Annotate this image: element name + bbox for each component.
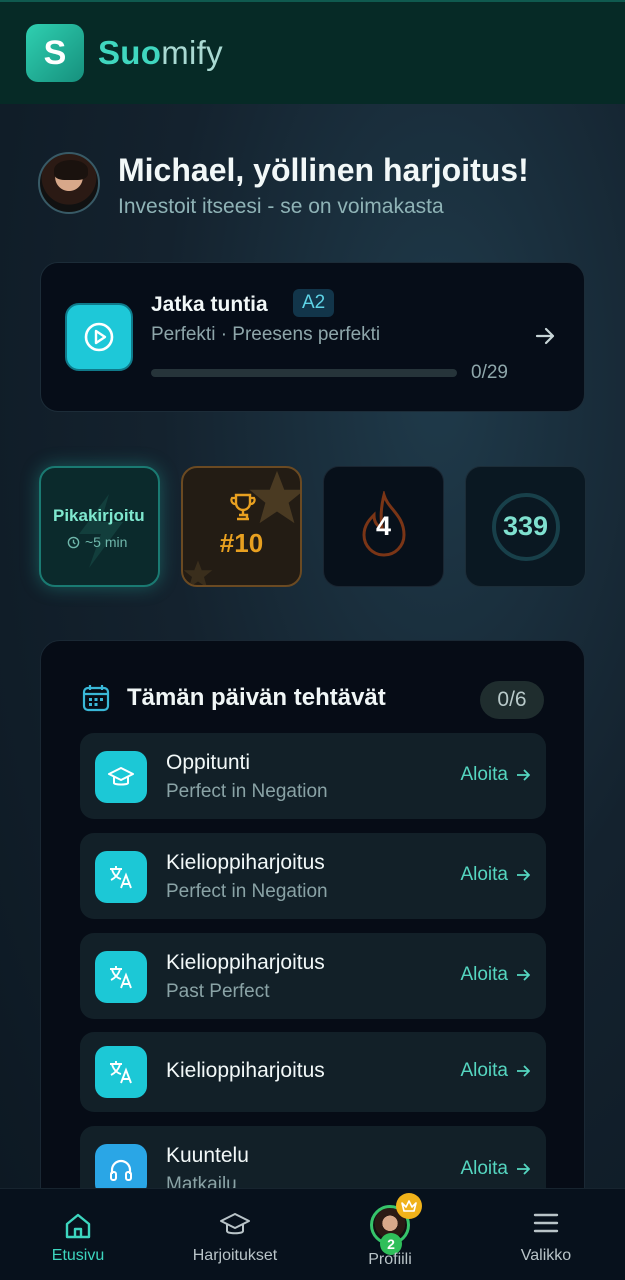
rank-value: #10 bbox=[219, 528, 264, 558]
task-start-button[interactable]: Aloita bbox=[460, 864, 530, 886]
daily-tasks-card: Tämän päivän tehtävät 0/6 Oppitunti Perf… bbox=[40, 640, 585, 1260]
task-item[interactable]: Kielioppiharjoitus Aloita bbox=[80, 1032, 546, 1112]
nav-item-menu[interactable]: Valikko bbox=[508, 1189, 584, 1280]
nav-label-home: Etusivu bbox=[51, 1247, 105, 1264]
arrow-right-icon bbox=[517, 869, 530, 881]
app-logo[interactable]: S bbox=[26, 24, 84, 82]
nav-item-profile[interactable]: 2 Profiili bbox=[350, 1189, 430, 1280]
task-start-button[interactable]: Aloita bbox=[460, 764, 530, 786]
continue-title: Jatka tuntia bbox=[151, 293, 268, 316]
user-avatar[interactable] bbox=[38, 152, 100, 214]
logo-letter: S bbox=[43, 33, 67, 72]
task-item[interactable]: Kielioppiharjoitus Past Perfect Aloita bbox=[80, 933, 546, 1019]
crown-icon bbox=[396, 1193, 422, 1219]
nav-label-profile: Profiili bbox=[368, 1251, 412, 1268]
task-start-label: Aloita bbox=[460, 764, 508, 785]
menu-icon bbox=[533, 1213, 559, 1233]
home-icon bbox=[65, 1213, 91, 1239]
trophy-icon bbox=[230, 493, 256, 521]
task-start-label: Aloita bbox=[460, 964, 508, 985]
graduation-cap-icon bbox=[95, 751, 147, 803]
greeting-section: Michael, yöllinen harjoitus! Investoit i… bbox=[38, 152, 529, 219]
arrow-right-icon bbox=[517, 969, 530, 981]
play-icon bbox=[65, 303, 133, 371]
xp-value: 339 bbox=[502, 511, 549, 541]
task-start-button[interactable]: Aloita bbox=[460, 964, 530, 986]
quick-writing-label: Pikakirjoitu bbox=[53, 506, 145, 525]
task-title: Kielioppiharjoitus bbox=[166, 851, 325, 874]
nav-label-menu: Valikko bbox=[520, 1247, 572, 1264]
task-item[interactable]: Oppitunti Perfect in Negation Aloita bbox=[80, 733, 546, 819]
continue-lesson-card[interactable]: Jatka tuntia A2 Perfekti · Preesens perf… bbox=[40, 262, 585, 412]
brand-name-part2: mify bbox=[161, 34, 223, 71]
task-start-label: Aloita bbox=[460, 1158, 508, 1179]
task-subtitle: Perfect in Negation bbox=[166, 881, 328, 902]
level-badge: A2 bbox=[293, 289, 335, 317]
arrow-right-icon bbox=[534, 325, 556, 352]
xp-tile[interactable]: 339 bbox=[465, 466, 586, 587]
nav-item-exercises[interactable]: Harjoitukset bbox=[180, 1189, 290, 1280]
arrow-right-icon bbox=[517, 1163, 530, 1175]
task-start-button[interactable]: Aloita bbox=[460, 1060, 530, 1082]
quick-writing-time-text: ~5 min bbox=[85, 534, 128, 550]
nav-item-home[interactable]: Etusivu bbox=[30, 1189, 126, 1280]
leaderboard-rank-tile[interactable]: #10 bbox=[181, 466, 302, 587]
translate-icon bbox=[95, 851, 147, 903]
quick-writing-tile[interactable]: Pikakirjoitu ~5 min bbox=[39, 466, 160, 587]
task-subtitle: Past Perfect bbox=[166, 981, 270, 1002]
tasks-count-badge: 0/6 bbox=[480, 681, 544, 719]
task-start-label: Aloita bbox=[460, 864, 508, 885]
streak-tile[interactable]: 4 bbox=[323, 466, 444, 587]
greeting-subtitle: Investoit itseesi - se on voimakasta bbox=[118, 195, 444, 218]
task-title: Kielioppiharjoitus bbox=[166, 951, 325, 974]
star-icon bbox=[183, 560, 213, 585]
nav-label-exercises: Harjoitukset bbox=[192, 1247, 278, 1264]
greeting-title: Michael, yöllinen harjoitus! bbox=[118, 152, 529, 188]
streak-value: 4 bbox=[375, 511, 392, 541]
bottom-navigation: Etusivu Harjoitukset 2 Profiili Valikko bbox=[0, 1188, 625, 1280]
clock-icon bbox=[67, 536, 80, 548]
lesson-progress-bar bbox=[151, 369, 457, 377]
task-start-label: Aloita bbox=[460, 1060, 508, 1081]
arrow-right-icon bbox=[517, 1065, 530, 1077]
tasks-title: Tämän päivän tehtävät bbox=[127, 684, 386, 711]
translate-icon bbox=[95, 951, 147, 1003]
task-title: Oppitunti bbox=[166, 751, 251, 774]
translate-icon bbox=[95, 1046, 147, 1098]
quick-writing-time: ~5 min bbox=[67, 534, 127, 550]
continue-subtitle: Perfekti · Preesens perfekti bbox=[151, 324, 381, 345]
calendar-icon bbox=[82, 685, 110, 712]
arrow-right-icon bbox=[517, 769, 530, 781]
lesson-progress-text: 0/29 bbox=[471, 362, 508, 383]
graduation-cap-icon bbox=[220, 1213, 250, 1235]
app-header: S Suomify bbox=[0, 0, 625, 104]
lightning-icon bbox=[79, 494, 123, 568]
brand-name: Suomify bbox=[98, 34, 223, 72]
task-start-button[interactable]: Aloita bbox=[460, 1158, 530, 1180]
task-title: Kuuntelu bbox=[166, 1144, 249, 1167]
brand-name-part1: Suo bbox=[98, 34, 162, 71]
task-item[interactable]: Kielioppiharjoitus Perfect in Negation A… bbox=[80, 833, 546, 919]
task-subtitle: Perfect in Negation bbox=[166, 781, 328, 802]
task-title: Kielioppiharjoitus bbox=[166, 1059, 325, 1082]
